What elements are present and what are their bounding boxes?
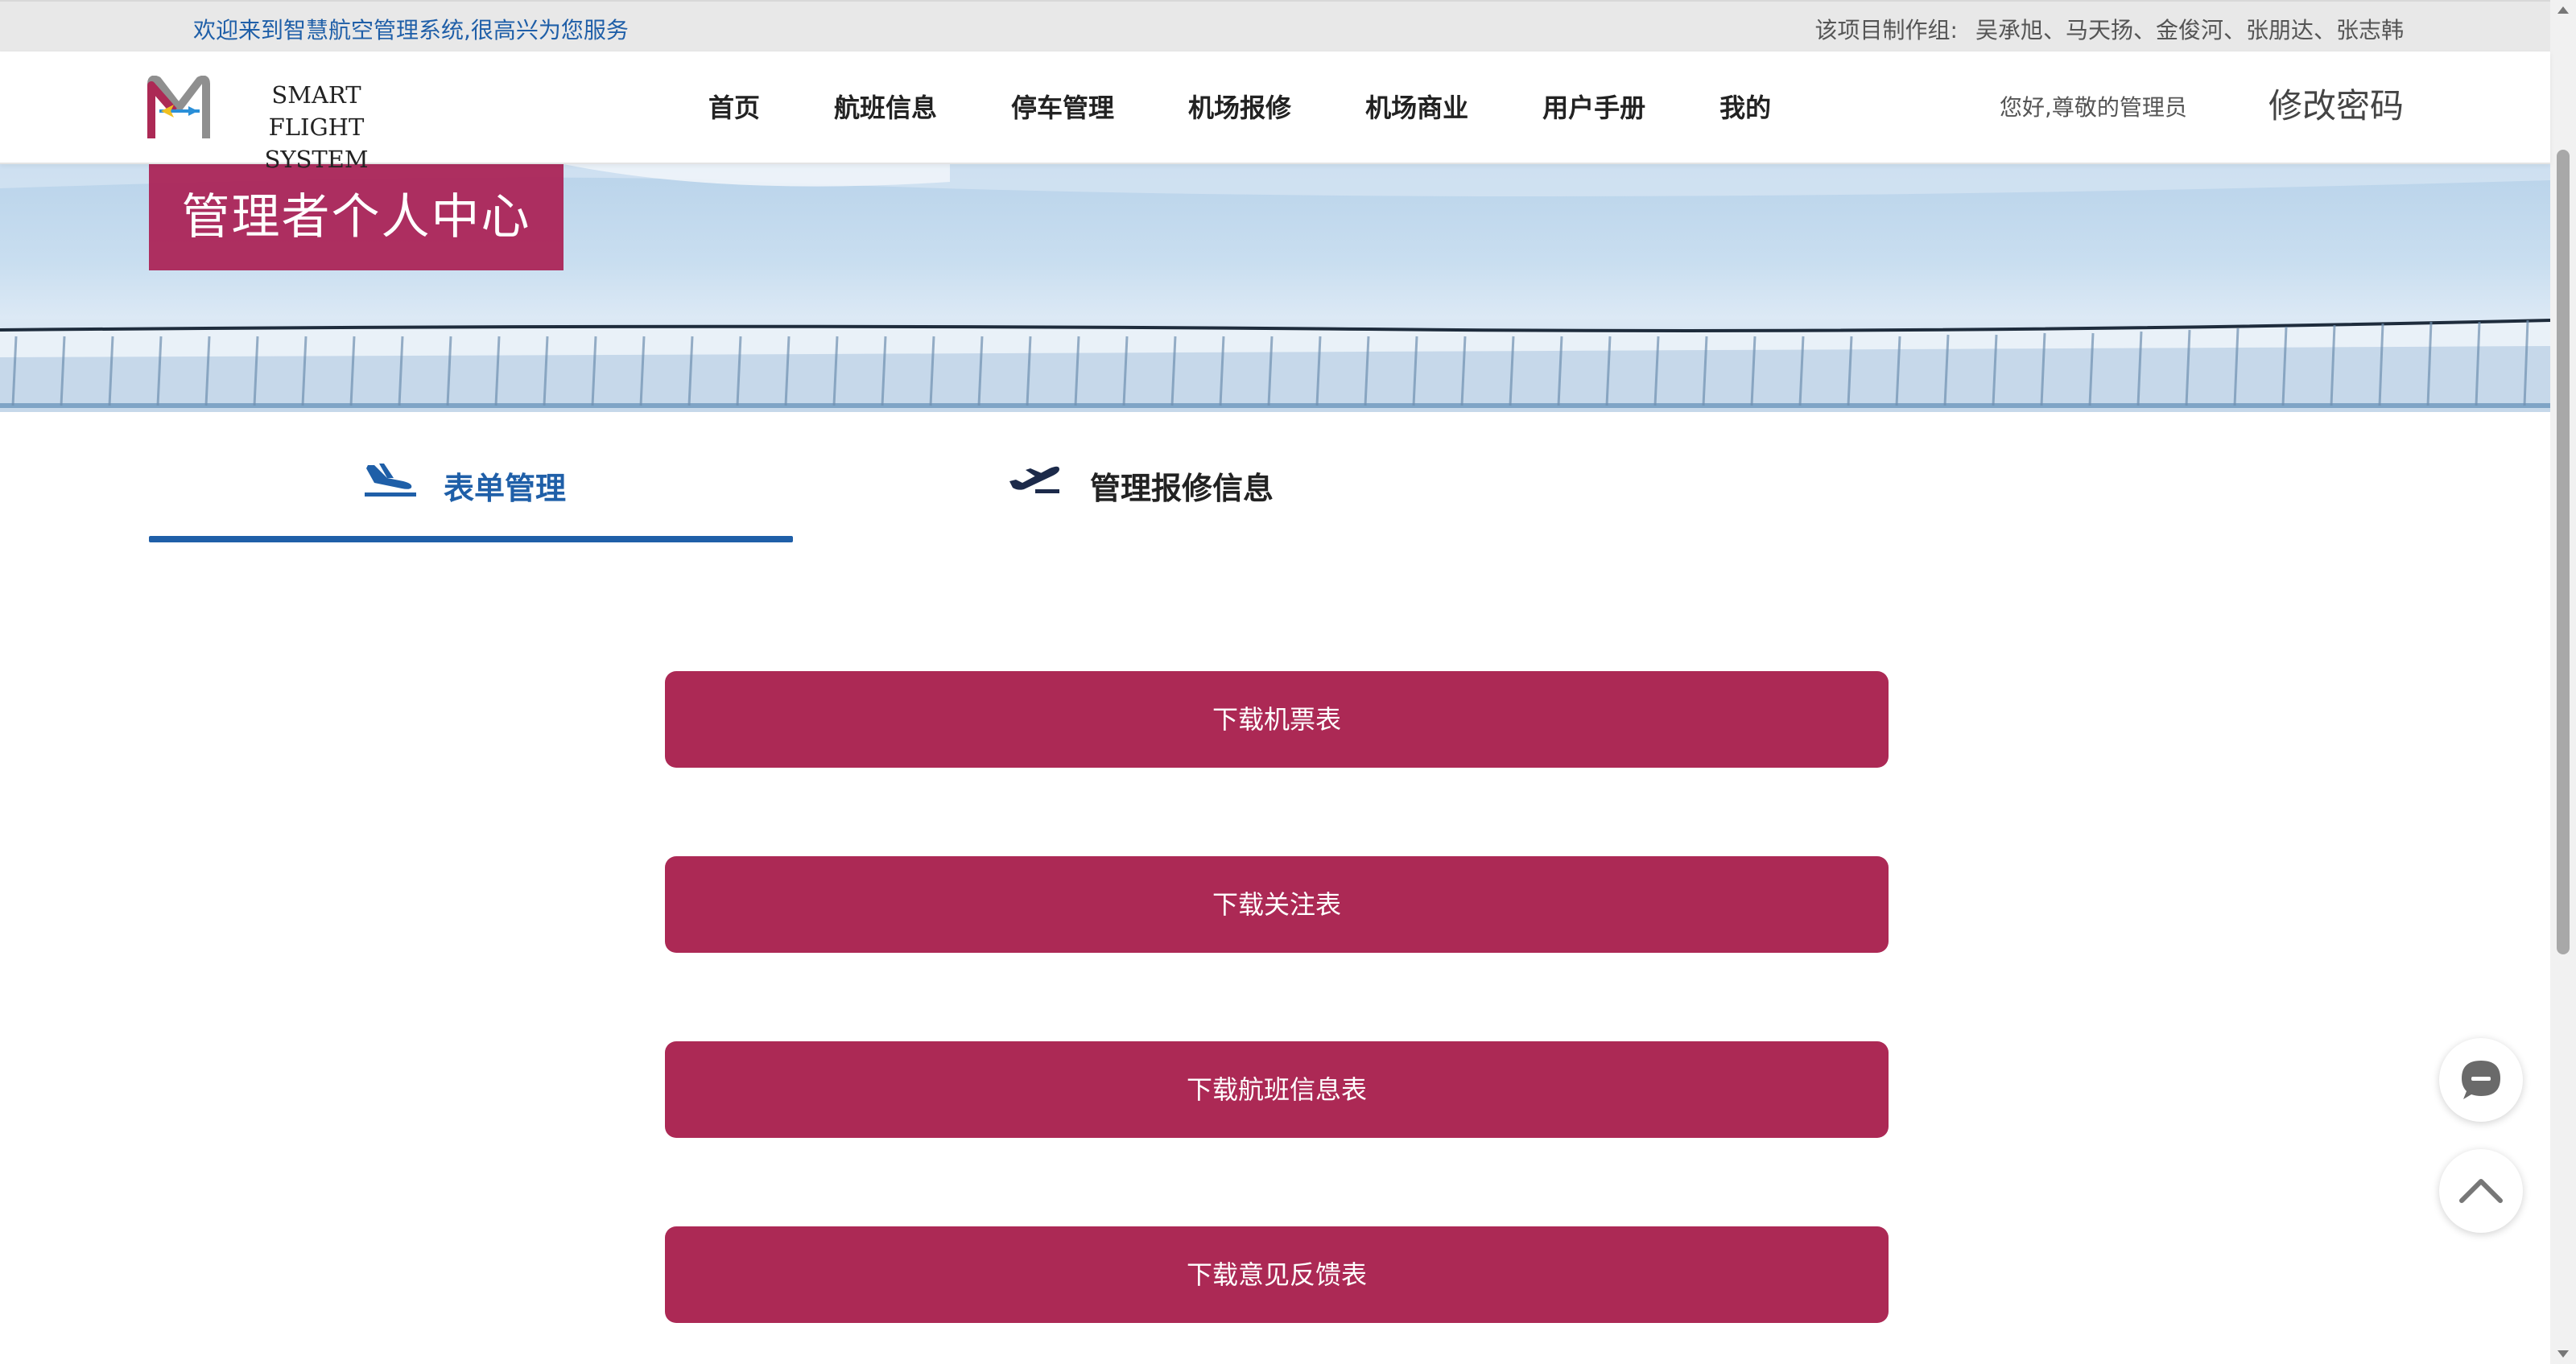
download-flight-info-button[interactable]: 下载航班信息表 xyxy=(665,1041,1889,1138)
plane-landing-icon xyxy=(365,464,416,497)
nav-home[interactable]: 首页 xyxy=(689,52,779,164)
team-names: 吴承旭、马天扬、金俊河、张朋达、张志韩 xyxy=(1975,17,2404,43)
plane-takeoff-icon xyxy=(1009,466,1059,493)
main-header: SMART FLIGHT SYSTEM 首页 航班信息 停车管理 机场报修 机场… xyxy=(0,52,2550,173)
welcome-text: 欢迎来到智慧航空管理系统,很高兴为您服务 xyxy=(193,17,629,43)
scroll-down-arrow-icon[interactable] xyxy=(2557,1350,2569,1358)
project-team: 该项目制作组: 吴承旭、马天扬、金俊河、张朋达、张志韩 xyxy=(1815,13,2404,45)
logo-line-2: SYSTEM xyxy=(264,146,369,173)
chevron-up-icon xyxy=(2459,1179,2503,1203)
nav-airport-business[interactable]: 机场商业 xyxy=(1346,52,1488,164)
nav-user-manual[interactable]: 用户手册 xyxy=(1523,52,1665,164)
tab-manage-repair-label: 管理报修信息 xyxy=(1090,471,1274,506)
nav-parking[interactable]: 停车管理 xyxy=(992,52,1133,164)
download-feedback-button[interactable]: 下载意见反馈表 xyxy=(665,1226,1889,1323)
top-info-bar: 欢迎来到智慧航空管理系统,很高兴为您服务 该项目制作组: 吴承旭、马天扬、金俊河、… xyxy=(0,0,2550,52)
tab-manage-repair[interactable]: 管理报修信息 xyxy=(1006,412,1409,542)
tab-bar: 表单管理 管理报修信息 xyxy=(0,412,2550,542)
nav-airport-repair[interactable]: 机场报修 xyxy=(1169,52,1311,164)
download-follow-button[interactable]: 下载关注表 xyxy=(665,856,1889,953)
nav-mine[interactable]: 我的 xyxy=(1700,52,1790,164)
main-nav: 首页 航班信息 停车管理 机场报修 机场商业 用户手册 我的 xyxy=(689,52,1826,164)
scroll-up-arrow-icon[interactable] xyxy=(2557,6,2569,14)
user-greeting: 您好,尊敬的管理员 xyxy=(2000,94,2187,121)
page-title: 管理者个人中心 xyxy=(149,164,564,270)
page-scrollbar[interactable] xyxy=(2550,0,2576,1364)
active-tab-indicator xyxy=(149,536,793,542)
chat-bubble-icon xyxy=(2462,1061,2500,1099)
tab-form-management-label: 表单管理 xyxy=(444,471,567,506)
nav-flight-info[interactable]: 航班信息 xyxy=(815,52,956,164)
tab-form-management[interactable]: 表单管理 xyxy=(149,412,793,542)
change-password-link[interactable]: 修改密码 xyxy=(2268,52,2404,161)
scrollbar-thumb[interactable] xyxy=(2557,150,2570,954)
logo-text: SMART FLIGHT SYSTEM xyxy=(232,79,401,175)
hero-banner: 管理者个人中心 xyxy=(0,164,2550,412)
logo-mark-icon xyxy=(147,76,210,138)
team-label: 该项目制作组: xyxy=(1814,17,1958,43)
back-to-top-button[interactable] xyxy=(2439,1149,2523,1233)
download-tickets-button[interactable]: 下载机票表 xyxy=(665,671,1889,768)
logo-line-1: SMART FLIGHT xyxy=(268,81,365,141)
site-logo[interactable]: SMART FLIGHT SYSTEM xyxy=(147,76,404,173)
chat-button[interactable] xyxy=(2439,1038,2523,1122)
